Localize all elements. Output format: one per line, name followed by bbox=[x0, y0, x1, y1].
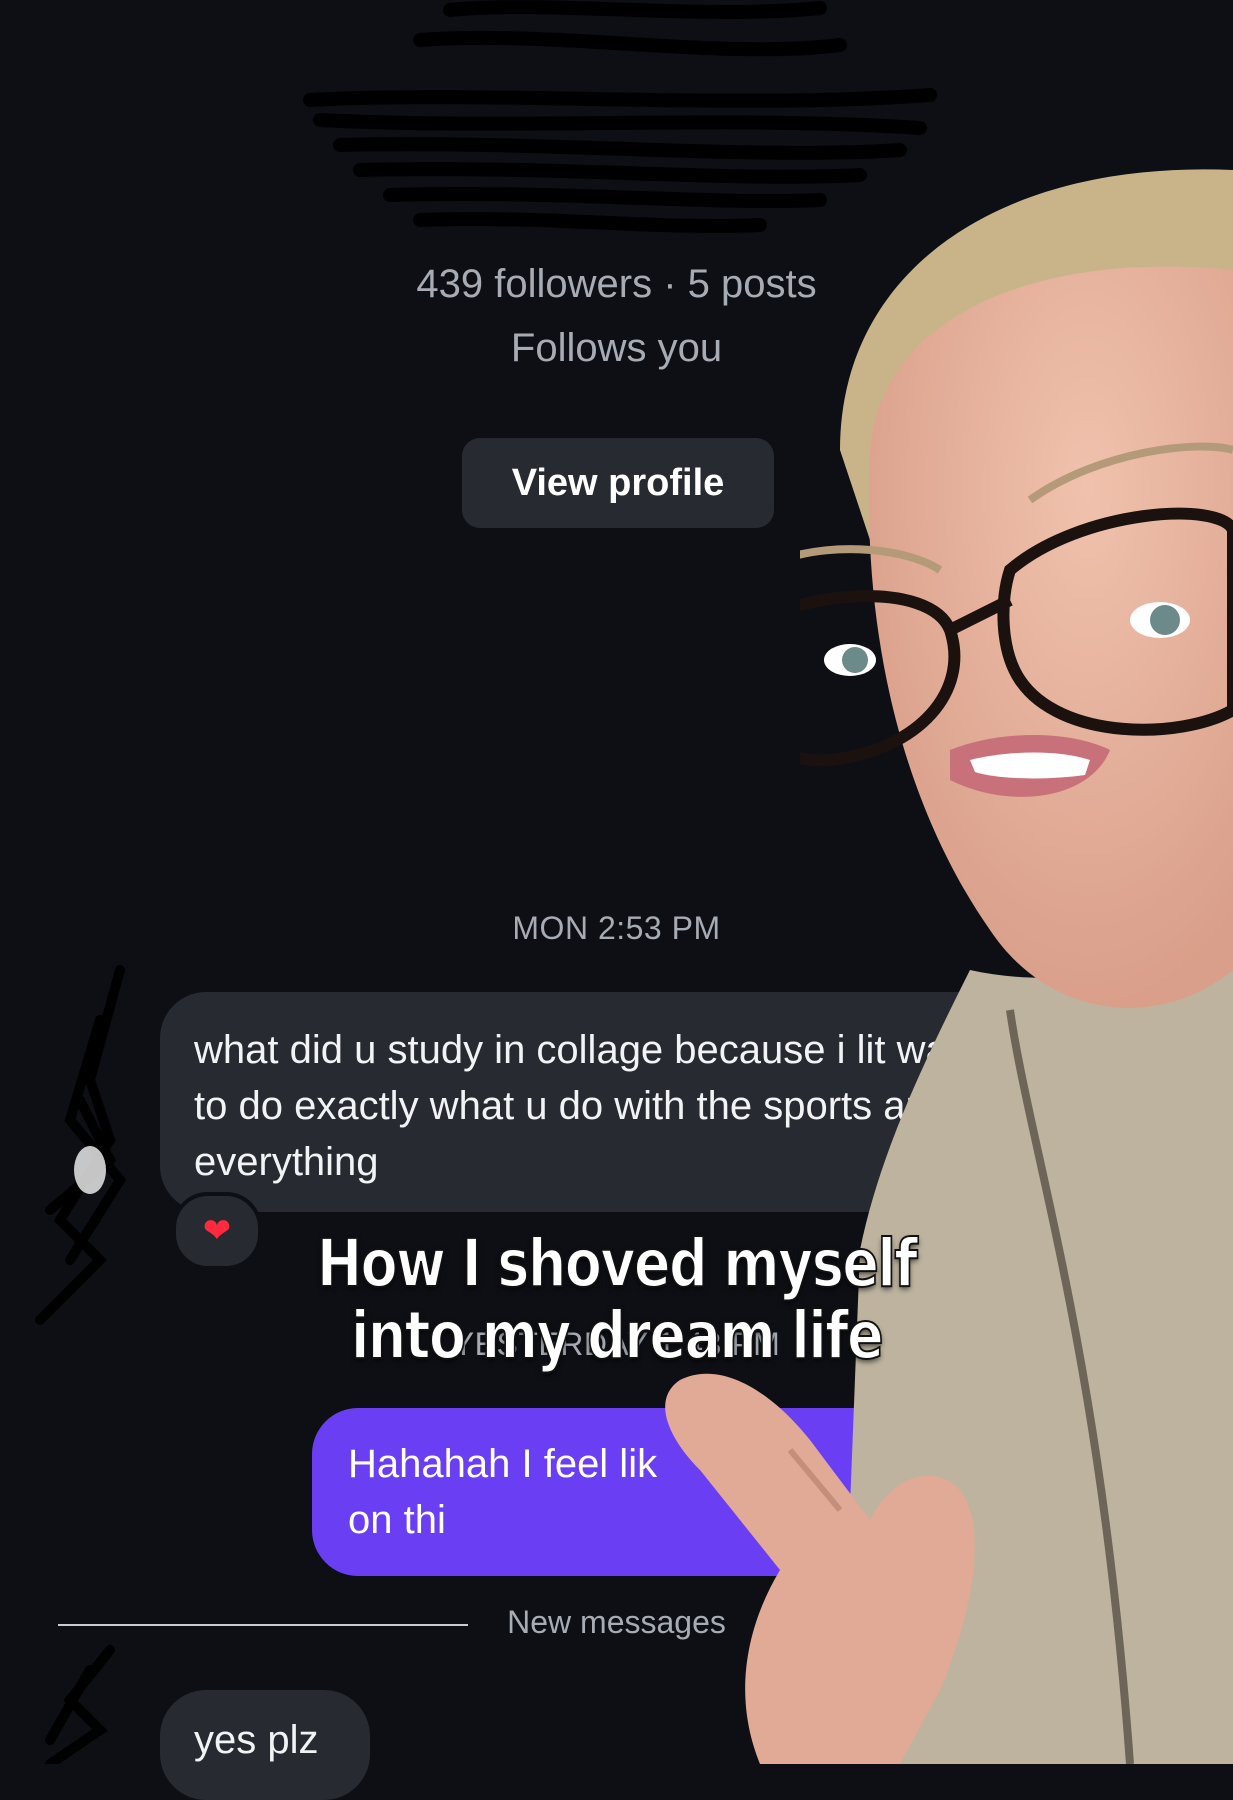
hand-gesture bbox=[665, 1373, 975, 1764]
incoming-message[interactable]: yes plz bbox=[160, 1690, 370, 1800]
caption-line-2: into my dream life bbox=[350, 1296, 884, 1375]
avatar bbox=[45, 1645, 115, 1764]
caption-line-1: How I shoved myself bbox=[316, 1224, 919, 1303]
view-profile-button[interactable]: View profile bbox=[462, 438, 774, 528]
